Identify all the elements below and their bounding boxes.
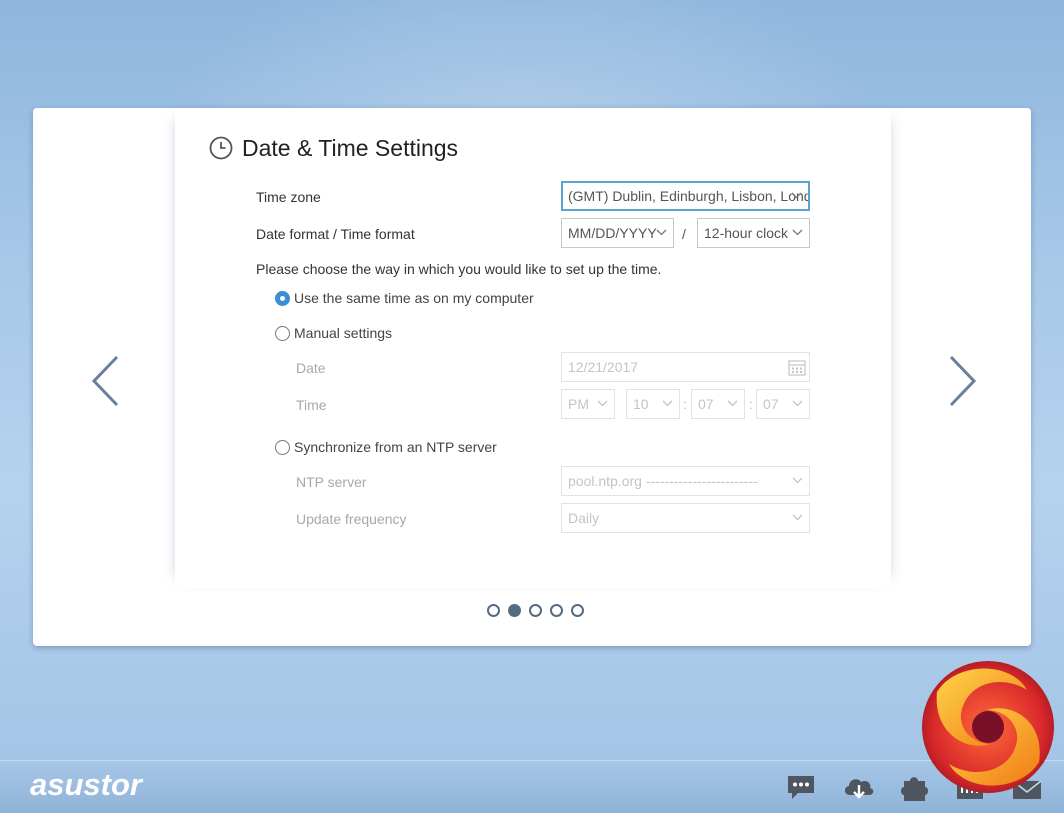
option-same-time-label: Use the same time as on my computer [294,290,534,306]
chevron-down-icon [656,229,667,236]
update-frequency-select[interactable]: Daily [561,503,810,533]
cloud-download-icon[interactable] [842,773,876,803]
taskbar: asustor [0,760,1064,813]
page-header: Date & Time Settings [209,132,458,164]
time-format-value: 12-hour clock [704,225,789,241]
page-dot-5[interactable] [571,604,584,617]
update-frequency-value: Daily [568,510,600,526]
option-manual[interactable]: Manual settings [275,325,392,341]
clock-icon [209,136,233,160]
option-ntp[interactable]: Synchronize from an NTP server [275,439,497,455]
timezone-label: Time zone [256,189,321,205]
minute-value: 07 [698,396,714,412]
pagination-dots [487,604,584,617]
asustor-logo: asustor [30,767,142,802]
date-time-format-label: Date format / Time format [256,226,415,242]
hour-select[interactable]: 10 [626,389,680,419]
ntp-server-value: pool.ntp.org ------------------------ [568,473,758,489]
update-frequency-label: Update frequency [296,511,407,527]
manual-date-label: Date [296,360,326,376]
page-dot-1[interactable] [487,604,500,617]
page-dot-3[interactable] [529,604,542,617]
timezone-value: (GMT) Dublin, Edinburgh, Lisbon, London [568,188,810,204]
ampm-value: PM [568,396,589,412]
previous-arrow-icon[interactable] [89,354,121,408]
second-select[interactable]: 07 [756,389,810,419]
ntp-server-select[interactable]: pool.ntp.org ------------------------ [561,466,810,496]
date-format-value: MM/DD/YYYY [568,225,657,241]
ampm-select[interactable]: PM [561,389,615,419]
hour-value: 10 [633,396,649,412]
chevron-down-icon [792,514,803,521]
instruction-text: Please choose the way in which you would… [256,261,662,277]
chevron-down-icon [792,229,803,236]
time-colon: : [749,396,753,412]
chevron-down-icon [792,477,803,484]
setup-wizard-card: Date & Time Settings Time zone (GMT) Dub… [33,108,1031,646]
chevron-down-icon [662,400,673,407]
timezone-select[interactable]: (GMT) Dublin, Edinburgh, Lisbon, London [561,181,810,211]
second-value: 07 [763,396,779,412]
radio-same-time[interactable] [275,290,290,306]
manual-time-label: Time [296,397,327,413]
page-dot-4[interactable] [550,604,563,617]
chevron-down-icon [727,400,738,407]
chevron-down-icon [791,192,802,199]
chevron-down-icon [792,400,803,407]
time-format-select[interactable]: 12-hour clock [697,218,810,248]
option-ntp-label: Synchronize from an NTP server [294,439,497,455]
brand-watermark-logo [922,661,1054,793]
page-title: Date & Time Settings [242,134,459,161]
format-separator: / [682,226,686,242]
page-dot-2[interactable] [508,604,521,617]
time-colon: : [683,396,687,412]
manual-date-input[interactable]: 12/21/2017 [561,352,810,382]
minute-select[interactable]: 07 [691,389,745,419]
date-format-select[interactable]: MM/DD/YYYY [561,218,674,248]
manual-date-value: 12/21/2017 [568,359,639,375]
radio-manual[interactable] [275,325,290,341]
ntp-server-label: NTP server [296,474,367,490]
option-manual-label: Manual settings [294,325,393,341]
chat-icon[interactable] [786,773,820,803]
chevron-down-icon [597,400,608,407]
calendar-icon[interactable] [788,359,806,376]
radio-ntp[interactable] [275,439,290,455]
next-arrow-icon[interactable] [947,354,979,408]
option-same-time[interactable]: Use the same time as on my computer [275,290,534,306]
